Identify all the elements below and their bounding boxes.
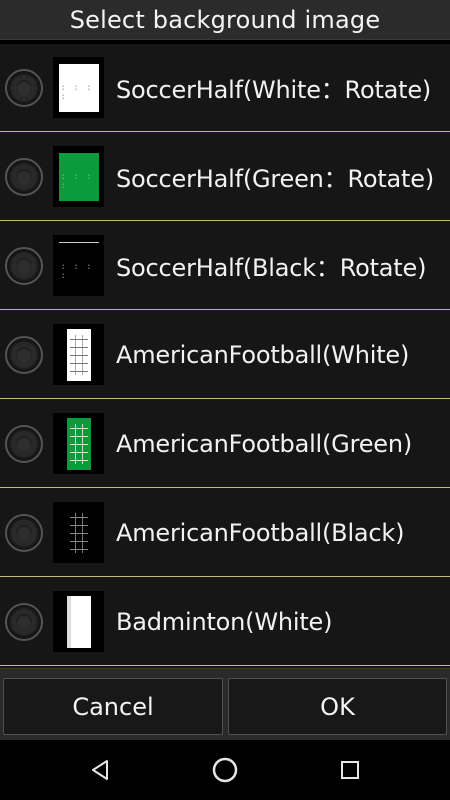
item-label: SoccerHalf(Black：Rotate) <box>116 254 427 282</box>
list-item-badminton-white[interactable]: Badminton(White) <box>0 578 450 666</box>
dialog-title: Select background image <box>69 5 381 34</box>
item-label: AmericanFootball(White) <box>116 340 410 369</box>
american-football-green-thumbnail <box>53 413 104 474</box>
soccer-half-white-thumbnail: : : : : <box>53 57 104 118</box>
radio-button[interactable] <box>5 157 43 196</box>
american-football-white-thumbnail <box>53 324 104 385</box>
american-football-black-thumbnail <box>53 502 104 563</box>
back-triangle-icon[interactable] <box>80 750 120 790</box>
radio-button[interactable] <box>5 335 43 374</box>
item-label: SoccerHalf(White：Rotate) <box>116 76 432 104</box>
soccer-half-black-thumbnail: : : : : <box>53 235 104 296</box>
item-label: AmericanFootball(Green) <box>116 429 413 458</box>
radio-button[interactable] <box>5 602 43 641</box>
radio-button[interactable] <box>5 68 43 107</box>
list-item-soccer-half-black[interactable]: : : : : SoccerHalf(Black：Rotate) <box>0 222 450 310</box>
item-label: Badminton(White) <box>116 607 333 636</box>
list-item-american-football-black[interactable]: AmericanFootball(Black) <box>0 489 450 577</box>
soccer-half-green-thumbnail: : : : : <box>53 146 104 207</box>
list-item-soccer-half-green[interactable]: : : : : SoccerHalf(Green：Rotate) <box>0 133 450 221</box>
radio-button[interactable] <box>5 246 43 285</box>
radio-button[interactable] <box>5 513 43 552</box>
cancel-button[interactable]: Cancel <box>3 678 223 735</box>
dialog-title-bar: Select background image <box>0 0 450 40</box>
badminton-white-thumbnail <box>53 591 104 652</box>
ok-button[interactable]: OK <box>228 678 447 735</box>
list-item-soccer-half-white[interactable]: : : : : SoccerHalf(White：Rotate) <box>0 44 450 132</box>
recents-square-icon[interactable] <box>330 750 370 790</box>
home-circle-icon[interactable] <box>205 750 245 790</box>
dialog-button-bar: Cancel OK <box>0 668 450 740</box>
system-navigation-bar <box>0 740 450 800</box>
background-image-list[interactable]: : : : : SoccerHalf(White：Rotate) : : : :… <box>0 44 450 668</box>
item-label: AmericanFootball(Black) <box>116 518 405 547</box>
radio-button[interactable] <box>5 424 43 463</box>
list-item-american-football-green[interactable]: AmericanFootball(Green) <box>0 400 450 488</box>
item-label: SoccerHalf(Green：Rotate) <box>116 165 434 193</box>
list-item-american-football-white[interactable]: AmericanFootball(White) <box>0 311 450 399</box>
